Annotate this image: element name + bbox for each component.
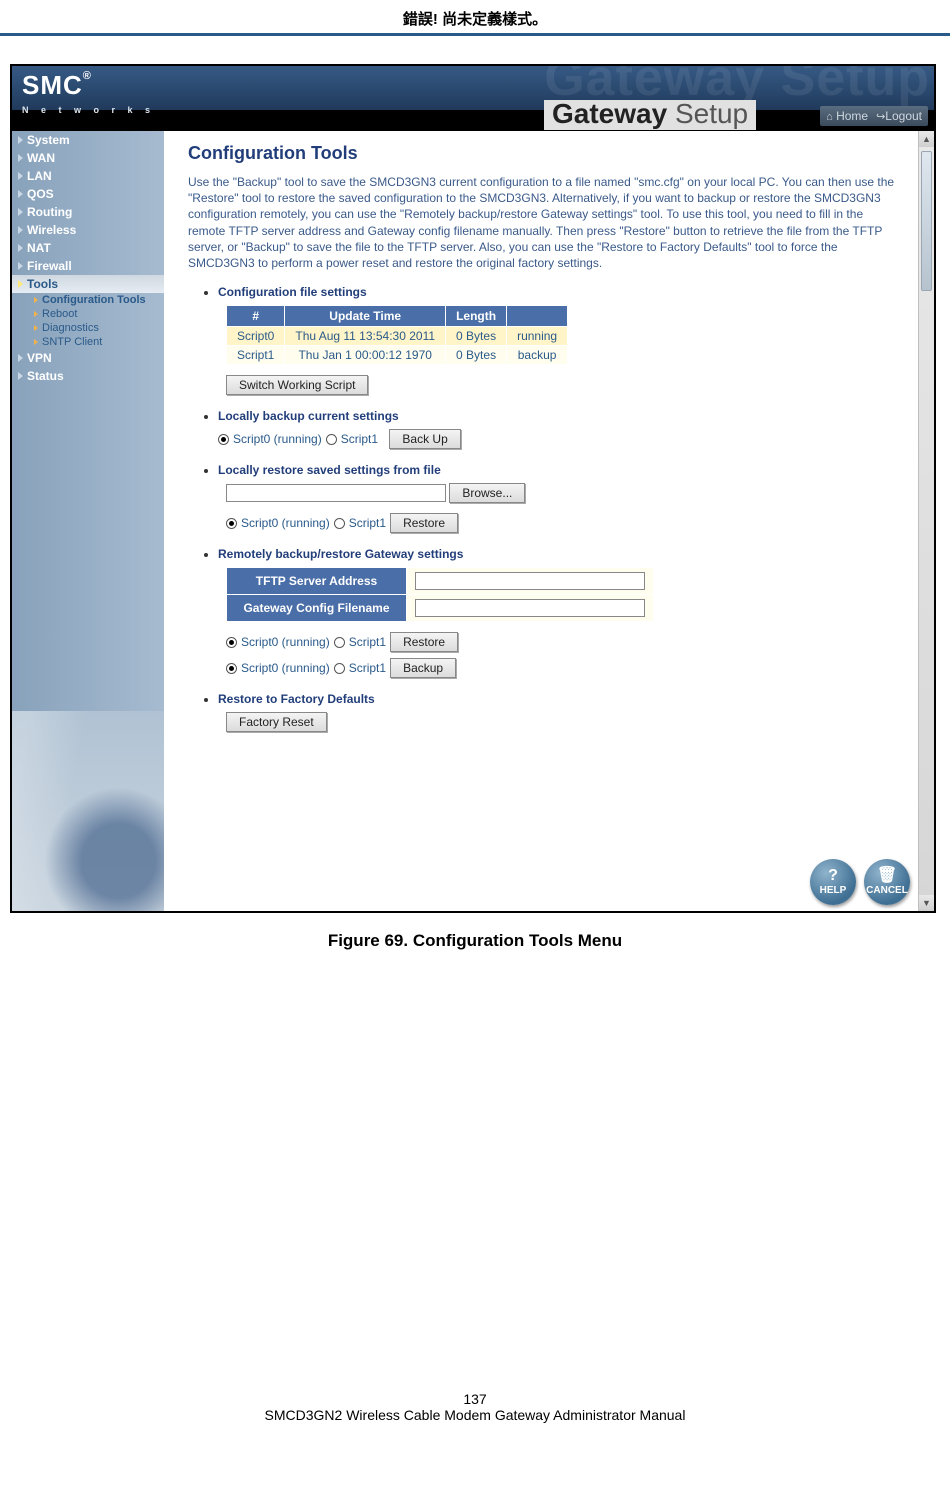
radio-local-restore-script0[interactable] [226,518,237,529]
doc-error-header: 錯誤! 尚未定義樣式。 [0,0,950,33]
section-local-restore: Locally restore saved settings from file [218,463,900,477]
sidebar-item-tools[interactable]: Tools [12,275,164,293]
radio-local-backup-script1[interactable] [326,434,337,445]
top-nav-links: ⌂ Home ↪Logout [820,106,928,126]
section-config-file-settings: Configuration file settings [218,285,900,299]
col-status [507,306,568,327]
sidebar-item-qos[interactable]: QOS [12,185,164,203]
doc-header-rule [0,33,950,36]
sidebar-item-status[interactable]: Status [12,367,164,385]
factory-reset-button[interactable]: Factory Reset [226,712,327,732]
restore-file-path-input[interactable] [226,484,446,502]
radio-remote-backup-script1[interactable] [334,663,345,674]
scroll-down-arrow-icon[interactable]: ▼ [919,895,934,911]
label-gateway-config-filename: Gateway Config Filename [227,595,407,622]
radio-label: Script0 (running) [241,661,330,675]
radio-label: Script1 [341,432,378,446]
section-remote-backup-restore: Remotely backup/restore Gateway settings [218,547,900,561]
radio-label: Script0 (running) [241,516,330,530]
logout-link[interactable]: ↪Logout [876,109,922,123]
sidebar-sub-config-tools[interactable]: Configuration Tools [12,293,164,307]
radio-label: Script1 [349,661,386,675]
radio-local-backup-script0[interactable] [218,434,229,445]
home-icon: ⌂ [826,111,833,123]
sidebar-item-system[interactable]: System [12,131,164,149]
switch-working-script-button[interactable]: Switch Working Script [226,375,368,395]
radio-label: Script0 (running) [241,635,330,649]
router-admin-screenshot: Gateway Setup SMC® N e t w o r k s Gatew… [10,64,936,913]
col-number: # [227,306,285,327]
sidebar-sub-sntp-client[interactable]: SNTP Client [12,335,164,349]
tftp-server-address-input[interactable] [415,572,645,590]
intro-paragraph: Use the "Backup" tool to save the SMCD3G… [188,174,900,271]
trash-icon: 🗑 [877,868,897,884]
browse-button[interactable]: Browse... [449,483,525,503]
manual-title: SMCD3GN2 Wireless Cable Modem Gateway Ad… [0,1407,950,1423]
sidebar-item-firewall[interactable]: Firewall [12,257,164,275]
col-update-time: Update Time [285,306,446,327]
scroll-thumb[interactable] [921,151,932,291]
radio-local-restore-script1[interactable] [334,518,345,529]
radio-remote-restore-script0[interactable] [226,637,237,648]
label-tftp-server-address: TFTP Server Address [227,568,407,595]
page-number: 137 [0,1391,950,1407]
radio-label: Script0 (running) [233,432,322,446]
table-row: Script0 Thu Aug 11 13:54:30 2011 0 Bytes… [227,327,568,346]
sidebar-sub-diagnostics[interactable]: Diagnostics [12,321,164,335]
radio-remote-backup-script0[interactable] [226,663,237,674]
figure-caption: Figure 69. Configuration Tools Menu [0,931,950,951]
sidebar-decorative-image [12,711,164,911]
help-icon: ? [828,868,838,884]
remote-restore-button[interactable]: Restore [390,632,458,652]
cancel-button[interactable]: 🗑 CANCEL [864,859,910,905]
vertical-scrollbar[interactable]: ▲ ▼ [918,131,934,911]
restore-button[interactable]: Restore [390,513,458,533]
sidebar-item-lan[interactable]: LAN [12,167,164,185]
sidebar-item-routing[interactable]: Routing [12,203,164,221]
sidebar-sub-reboot[interactable]: Reboot [12,307,164,321]
gateway-config-filename-input[interactable] [415,599,645,617]
section-local-backup: Locally backup current settings [218,409,900,423]
content-pane: Configuration Tools Use the "Backup" too… [164,131,918,911]
table-row: Script1 Thu Jan 1 00:00:12 1970 0 Bytes … [227,346,568,365]
sidebar-item-wan[interactable]: WAN [12,149,164,167]
page-heading-gateway-setup: Gateway Setup [544,100,756,130]
radio-remote-restore-script1[interactable] [334,637,345,648]
sidebar-item-wireless[interactable]: Wireless [12,221,164,239]
logout-icon: ↪ [876,111,885,123]
radio-label: Script1 [349,635,386,649]
app-banner: Gateway Setup SMC® N e t w o r k s Gatew… [12,66,934,131]
sidebar-nav: System WAN LAN QOS Routing Wireless NAT … [12,131,164,911]
sidebar-item-vpn[interactable]: VPN [12,349,164,367]
home-link[interactable]: ⌂ Home [826,109,868,123]
col-length: Length [446,306,507,327]
help-button[interactable]: ? HELP [810,859,856,905]
section-factory-defaults: Restore to Factory Defaults [218,692,900,706]
backup-button[interactable]: Back Up [389,429,460,449]
smc-logo: SMC® N e t w o r k s [22,70,155,116]
content-title: Configuration Tools [188,143,900,164]
tftp-settings-table: TFTP Server Address Gateway Config Filen… [226,567,654,622]
scroll-up-arrow-icon[interactable]: ▲ [919,131,934,147]
config-scripts-table: # Update Time Length Script0 Thu Aug 11 … [226,305,568,365]
remote-backup-button[interactable]: Backup [390,658,456,678]
page-footer: 137 SMCD3GN2 Wireless Cable Modem Gatewa… [0,1391,950,1423]
sidebar-item-nat[interactable]: NAT [12,239,164,257]
radio-label: Script1 [349,516,386,530]
